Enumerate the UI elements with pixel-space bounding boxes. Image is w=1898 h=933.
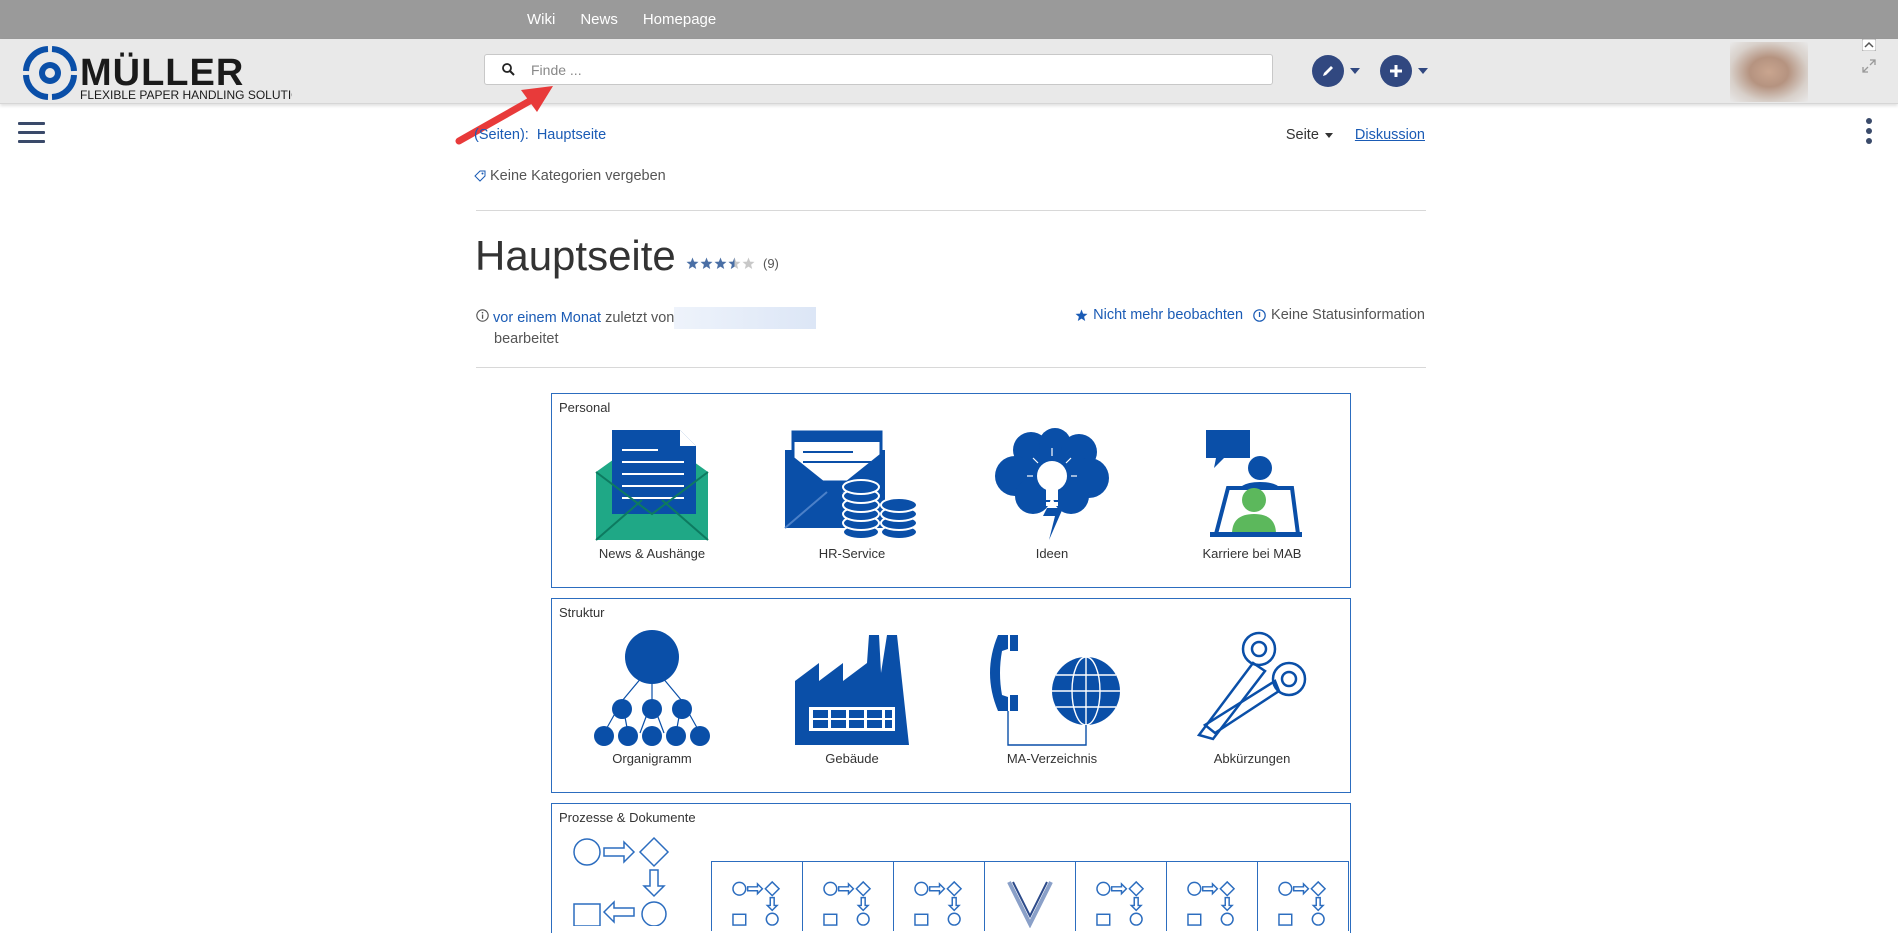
pencil-icon: [1312, 55, 1344, 87]
header: MÜLLER FLEXIBLE PAPER HANDLING SOLUTIONS: [0, 39, 1898, 104]
tag-icon: [474, 170, 486, 182]
scissors-icon: [1196, 631, 1307, 741]
info-icon: [1253, 308, 1266, 322]
categories-label: Keine Kategorien vergeben: [490, 168, 666, 184]
search-bar[interactable]: [484, 54, 1273, 85]
divider: [476, 210, 1426, 211]
process-flow-icon: [573, 836, 670, 926]
more-options-icon[interactable]: [1866, 118, 1874, 148]
divider: [476, 367, 1426, 368]
career-interview-icon: [1206, 430, 1302, 537]
section-title: Personal: [559, 400, 611, 415]
org-chart-icon: [594, 630, 710, 746]
process-tiles: [711, 861, 1349, 931]
breadcrumb: (Seiten): Hauptseite: [474, 127, 606, 143]
process-flow-icon: [1187, 880, 1236, 926]
last-edit-link[interactable]: vor einem Monat: [493, 310, 601, 326]
discussion-link[interactable]: Diskussion: [1355, 127, 1425, 143]
tile-organigramm[interactable]: Organigramm: [552, 629, 752, 766]
caret-down-icon: [1418, 68, 1428, 74]
v-model-icon: [1007, 881, 1053, 928]
process-tile[interactable]: [893, 861, 985, 931]
nav-link-news[interactable]: News: [580, 11, 618, 28]
edited-label: bearbeitet: [494, 331, 559, 347]
create-menu-button[interactable]: [1380, 55, 1428, 87]
tile-label: Organigramm: [612, 751, 692, 766]
edit-meta: vor einem Monat zuletzt von bearbeitet: [476, 307, 817, 349]
search-input[interactable]: [531, 61, 1231, 78]
top-nav: Wiki News Homepage: [527, 0, 716, 39]
process-flow-icon: [1278, 880, 1327, 926]
rating[interactable]: (9): [686, 256, 779, 271]
edited-by-label: zuletzt von: [605, 309, 675, 326]
caret-down-icon: [1324, 132, 1333, 138]
edit-menu-button[interactable]: [1312, 55, 1360, 87]
status-info[interactable]: Keine Statusinformation: [1253, 307, 1425, 323]
unwatch-label: Nicht mehr beobachten: [1093, 307, 1244, 323]
envelope-coins-icon: [784, 430, 918, 540]
page-menu-label: Seite: [1285, 127, 1319, 143]
unwatch-button[interactable]: Nicht mehr beobachten: [1075, 307, 1243, 323]
section-title: Struktur: [559, 605, 605, 620]
tile-label: Gebäude: [825, 751, 879, 766]
caret-down-icon: [1350, 68, 1360, 74]
tile-ideen[interactable]: Ideen: [952, 424, 1152, 561]
lightbulb-cloud-icon: [995, 428, 1109, 540]
process-tile[interactable]: [711, 861, 803, 931]
tile-label: MA-Verzeichnis: [1006, 751, 1098, 766]
tile-karriere[interactable]: Karriere bei MAB: [1152, 424, 1352, 561]
section-title: Prozesse & Dokumente: [559, 810, 696, 825]
svg-text:FLEXIBLE PAPER HANDLING SOLUTI: FLEXIBLE PAPER HANDLING SOLUTIONS: [80, 88, 292, 102]
editor-name[interactable]: [674, 307, 817, 329]
page-status: Nicht mehr beobachten Keine Statusinform…: [1075, 307, 1425, 323]
top-bar: Wiki News Homepage: [0, 0, 1898, 39]
tile-hr-service[interactable]: HR-Service: [752, 424, 952, 561]
process-tile[interactable]: [1075, 861, 1167, 931]
process-flow-icon: [1096, 880, 1145, 926]
info-icon: [476, 309, 489, 322]
envelope-letter-icon: [595, 430, 709, 541]
tile-gebaeude[interactable]: Gebäude: [752, 629, 952, 766]
page-actions: Seite Diskussion: [1286, 127, 1425, 143]
page-menu-button[interactable]: Seite: [1286, 127, 1333, 143]
process-flow-icon: [914, 880, 963, 926]
process-tile[interactable]: [1257, 861, 1349, 931]
tile-label: Abkürzungen: [1213, 751, 1291, 766]
company-logo[interactable]: MÜLLER FLEXIBLE PAPER HANDLING SOLUTIONS: [12, 41, 292, 103]
section-prozesse: Prozesse & Dokumente: [551, 803, 1351, 933]
user-avatar[interactable]: [1730, 42, 1808, 102]
status-label: Keine Statusinformation: [1271, 307, 1425, 323]
tile-label: HR-Service: [818, 546, 886, 561]
rating-count: (9): [763, 256, 779, 271]
rating-stars-icon: [686, 257, 755, 269]
search-icon: [485, 63, 531, 76]
process-tile[interactable]: [984, 861, 1076, 931]
factory-icon: [795, 635, 909, 745]
tile-abkuerzungen[interactable]: Abkürzungen: [1152, 629, 1352, 766]
fullscreen-icon[interactable]: [1862, 59, 1876, 73]
tile-label: Karriere bei MAB: [1202, 546, 1302, 561]
tile-ma-verzeichnis[interactable]: MA-Verzeichnis: [952, 629, 1152, 766]
process-tile[interactable]: [1166, 861, 1258, 931]
section-struktur: Struktur Organigramm Gebäude MA-Verzeich…: [551, 598, 1351, 793]
process-flow-icon: [732, 880, 781, 926]
page-title: Hauptseite: [475, 232, 676, 279]
star-icon: [1075, 309, 1088, 321]
categories: Keine Kategorien vergeben: [474, 168, 666, 184]
tile-label: Ideen: [1035, 546, 1069, 561]
breadcrumb-root[interactable]: (Seiten):: [474, 127, 529, 143]
nav-link-wiki[interactable]: Wiki: [527, 11, 555, 28]
collapse-header-icon[interactable]: [1862, 39, 1876, 51]
breadcrumb-current[interactable]: Hauptseite: [537, 127, 606, 143]
section-personal: Personal News & Aushänge HR-Service Idee…: [551, 393, 1351, 588]
plus-icon: [1380, 55, 1412, 87]
tile-news[interactable]: News & Aushänge: [552, 424, 752, 561]
hamburger-menu-icon[interactable]: [18, 122, 45, 144]
process-flow-icon: [823, 880, 872, 926]
nav-link-homepage[interactable]: Homepage: [643, 11, 716, 28]
tile-label: News & Aushänge: [598, 546, 706, 561]
phone-globe-icon: [990, 635, 1120, 746]
process-tile[interactable]: [802, 861, 894, 931]
